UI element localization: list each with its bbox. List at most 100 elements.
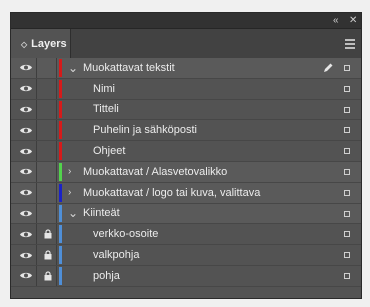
visibility-eye-icon[interactable]	[18, 141, 34, 161]
target-square-icon[interactable]	[344, 85, 350, 92]
layer-name[interactable]: Muokattavat / logo tai kuva, valittava	[83, 183, 260, 203]
chevron-down-icon[interactable]: ⌄	[68, 204, 78, 224]
collapse-panel-button[interactable]: «	[333, 14, 339, 28]
layer-row[interactable]: › Muokattavat / Alasvetovalikko	[11, 161, 361, 183]
layer-color-swatch	[59, 204, 62, 223]
lock-toggle[interactable]	[42, 162, 54, 182]
layer-row[interactable]: verkko-osoite	[11, 224, 361, 246]
layer-color-swatch	[59, 162, 62, 181]
lock-toggle[interactable]	[42, 141, 54, 161]
target-square-icon[interactable]	[344, 272, 350, 279]
visibility-eye-icon[interactable]	[18, 100, 34, 120]
layer-row[interactable]: Puhelin ja sähköposti	[11, 120, 361, 142]
layer-row[interactable]: Ohjeet	[11, 141, 361, 162]
column-divider	[36, 141, 37, 161]
tab-updown-icon: ◇	[21, 39, 28, 49]
visibility-eye-icon[interactable]	[18, 204, 34, 224]
chevron-down-icon[interactable]: ⌄	[68, 58, 78, 78]
target-square-icon[interactable]	[344, 231, 350, 238]
column-divider	[36, 161, 37, 182]
lock-toggle[interactable]	[42, 204, 54, 224]
column-divider	[36, 245, 37, 265]
layer-name[interactable]: Ohjeet	[93, 141, 125, 161]
target-square-icon[interactable]	[344, 106, 350, 113]
lock-toggle[interactable]	[42, 183, 54, 203]
column-divider	[56, 203, 57, 224]
visibility-eye-icon[interactable]	[18, 224, 34, 244]
tab-layers[interactable]: ◇ Layers	[11, 29, 71, 59]
visibility-eye-icon[interactable]	[18, 58, 34, 78]
column-divider	[56, 99, 57, 120]
pen-icon	[322, 62, 334, 77]
layer-name[interactable]: Muokattavat / Alasvetovalikko	[83, 162, 227, 182]
lock-icon[interactable]	[42, 266, 54, 286]
layer-row[interactable]: › Muokattavat / logo tai kuva, valittava	[11, 182, 361, 204]
chevron-right-icon[interactable]: ›	[68, 183, 71, 203]
layer-row[interactable]: Titteli	[11, 99, 361, 121]
layer-color-swatch	[59, 100, 62, 119]
layer-row[interactable]: valkpohja	[11, 245, 361, 266]
panel-menu-icon[interactable]	[345, 39, 355, 51]
layer-name[interactable]: valkpohja	[93, 245, 139, 265]
lock-toggle[interactable]	[42, 58, 54, 78]
column-divider	[36, 182, 37, 203]
layers-list: ⌄ Muokattavat tekstit Nimi Titteli Puhelin j…	[11, 58, 361, 287]
panel-title-strip: « ✕	[11, 13, 361, 29]
visibility-eye-icon[interactable]	[18, 162, 34, 182]
target-square-icon[interactable]	[344, 189, 350, 196]
target-square-icon[interactable]	[344, 127, 350, 134]
lock-icon[interactable]	[42, 224, 54, 244]
layer-color-swatch	[59, 79, 62, 98]
column-divider	[56, 58, 57, 78]
layer-name[interactable]: pohja	[93, 266, 120, 286]
layer-name[interactable]: Puhelin ja sähköposti	[93, 120, 197, 140]
column-divider	[56, 161, 57, 182]
column-divider	[36, 265, 37, 286]
column-divider	[56, 265, 57, 286]
layer-color-swatch	[59, 246, 62, 264]
layer-row[interactable]: Nimi	[11, 78, 361, 100]
panel-tab-bar: ◇ Layers	[11, 29, 361, 60]
lock-toggle[interactable]	[42, 120, 54, 140]
target-square-icon[interactable]	[344, 210, 350, 217]
layer-color-swatch	[59, 121, 62, 140]
layer-color-swatch	[59, 266, 62, 285]
lock-toggle[interactable]	[42, 79, 54, 99]
layer-color-swatch	[59, 59, 62, 77]
column-divider	[56, 78, 57, 99]
visibility-eye-icon[interactable]	[18, 79, 34, 99]
layer-name[interactable]: Titteli	[93, 100, 119, 120]
column-divider	[36, 99, 37, 120]
column-divider	[56, 182, 57, 203]
layer-name[interactable]: Muokattavat tekstit	[83, 58, 175, 78]
target-square-icon[interactable]	[344, 252, 350, 259]
chevron-right-icon[interactable]: ›	[68, 162, 71, 182]
column-divider	[56, 120, 57, 141]
column-divider	[36, 224, 37, 245]
layer-color-swatch	[59, 142, 62, 160]
layer-row[interactable]: ⌄ Kiinteät	[11, 203, 361, 225]
lock-toggle[interactable]	[42, 100, 54, 120]
visibility-eye-icon[interactable]	[18, 120, 34, 140]
column-divider	[56, 245, 57, 265]
column-divider	[56, 224, 57, 245]
close-panel-button[interactable]: ✕	[349, 14, 357, 28]
column-divider	[36, 203, 37, 224]
visibility-eye-icon[interactable]	[18, 183, 34, 203]
layer-name[interactable]: Nimi	[93, 79, 115, 99]
lock-icon[interactable]	[42, 245, 54, 265]
layers-panel: « ✕ ◇ Layers ⌄ Muokattavat tekstit Nimi Tit…	[10, 12, 362, 299]
target-square-icon[interactable]	[344, 168, 350, 175]
layer-name[interactable]: verkko-osoite	[93, 224, 158, 244]
column-divider	[56, 141, 57, 161]
layer-row[interactable]: pohja	[11, 265, 361, 287]
target-square-icon[interactable]	[344, 65, 350, 71]
visibility-eye-icon[interactable]	[18, 245, 34, 265]
target-square-icon[interactable]	[344, 148, 350, 155]
column-divider	[36, 120, 37, 141]
panel-footer	[11, 288, 361, 298]
layer-row[interactable]: ⌄ Muokattavat tekstit	[11, 58, 361, 79]
layer-color-swatch	[59, 225, 62, 244]
layer-name[interactable]: Kiinteät	[83, 204, 120, 224]
visibility-eye-icon[interactable]	[18, 266, 34, 286]
